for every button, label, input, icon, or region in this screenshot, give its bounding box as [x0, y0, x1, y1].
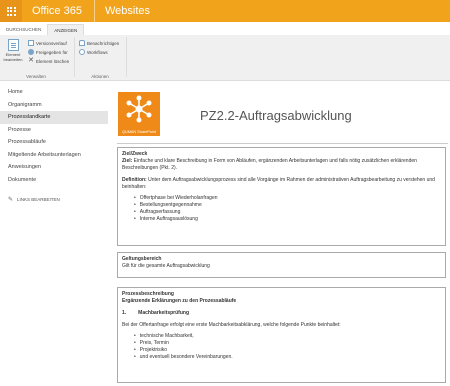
alert-me-label: Benachrichtigen — [87, 40, 120, 46]
edit-item-button[interactable]: Element bearbeiten — [2, 39, 24, 62]
quman-logo: QUMAN SharePoint — [118, 92, 160, 136]
suite-bar: Office 365 Websites — [0, 0, 450, 22]
shared-with-label: Freigegeben für — [36, 49, 68, 55]
ribbon-group-divider — [74, 37, 75, 77]
section-heading: Geltungsbereich — [122, 256, 162, 262]
version-history-label: Versionsverlauf — [36, 40, 67, 46]
suite-site-link[interactable]: Websites — [95, 5, 150, 17]
nav-item-arbeitsunterlagen[interactable]: Mitgeltende Arbeitsunterlagen — [0, 149, 108, 162]
step-title: Machbarkeitsprüfung — [138, 310, 190, 316]
section-prozessbeschreibung: Prozessbeschreibung Ergänzende Erklärung… — [117, 287, 446, 383]
tab-durchsuchen[interactable]: DURCHSUCHEN — [0, 24, 47, 35]
nav-item-prozesslandkarte[interactable]: Prozesslandkarte — [0, 111, 108, 124]
delete-item-button[interactable]: ✕ Element löschen — [28, 57, 70, 64]
ribbon-group-divider — [126, 37, 127, 77]
section-geltungsbereich: Geltungsbereich Gilt für die gesamte Auf… — [117, 252, 446, 278]
bell-icon — [79, 40, 85, 46]
workflows-button[interactable]: Workflows — [79, 49, 108, 55]
ziel-bullet-list: Offertphase bei Wiederholanfragen Bestel… — [134, 195, 441, 223]
list-item: technische Machbarkeit, — [134, 333, 441, 340]
title-divider — [117, 143, 448, 144]
nav-item-dokumente[interactable]: Dokumente — [0, 174, 108, 187]
version-history-button[interactable]: Versionsverlauf — [28, 40, 67, 46]
edit-links-button[interactable]: ✎ LINKS BEARBEITEN — [0, 196, 108, 203]
geltung-text: Gilt für die gesamte Auftragsabwicklung — [122, 263, 210, 269]
office365-brand[interactable]: Office 365 — [22, 5, 94, 17]
tab-anzeigen[interactable]: ANZEIGEN — [47, 24, 85, 35]
group-label-verwalten: Verwalten — [26, 74, 46, 79]
workflow-icon — [79, 49, 85, 55]
step-number: 1. — [122, 310, 127, 316]
ribbon-group-aktionen: Benachrichtigen Workflows Aktionen — [76, 37, 124, 79]
list-item: und eventuell besondere Vereinbarungen. — [134, 354, 441, 361]
definition-paragraph: Definition: Unter dem Auftragsabwicklung… — [122, 177, 441, 191]
app-launcher-icon[interactable] — [0, 0, 22, 22]
nav-item-organigramm[interactable]: Organigramm — [0, 99, 108, 112]
workflows-label: Workflows — [87, 49, 108, 55]
section-subheading: Ergänzende Erklärungen zu den Prozessabl… — [122, 298, 237, 304]
ziel-label: Ziel: — [122, 158, 133, 164]
logo-caption: QUMAN SharePoint — [122, 130, 156, 134]
quick-launch-nav: Home Organigramm Prozesslandkarte Prozes… — [0, 86, 108, 203]
nav-item-prozesse[interactable]: Prozesse — [0, 124, 108, 137]
list-item: Preis, Termin — [134, 340, 441, 347]
section-heading: Prozessbeschreibung — [122, 291, 174, 297]
network-logo-icon — [126, 95, 152, 123]
alert-me-button[interactable]: Benachrichtigen — [79, 40, 119, 46]
list-item: Auftragserfassung — [134, 209, 441, 216]
edit-item-label: Element bearbeiten — [3, 52, 23, 62]
pencil-icon: ✎ — [8, 197, 14, 203]
step-bullet-list: technische Machbarkeit, Preis, Termin Pr… — [134, 333, 441, 361]
section-heading: Ziel/Zweck — [122, 151, 148, 157]
section-ziel-zweck: Ziel/Zweck Ziel: Einfache und klare Besc… — [117, 147, 446, 246]
nav-item-prozessablaeufe[interactable]: Prozessabläufe — [0, 136, 108, 149]
nav-item-home[interactable]: Home — [0, 86, 108, 99]
ziel-paragraph: Ziel: Einfache und klare Beschreibung in… — [122, 158, 441, 172]
group-label-aktionen: Aktionen — [91, 74, 109, 79]
ribbon-group-verwalten: Element bearbeiten Versionsverlauf Freig… — [0, 37, 72, 79]
definition-label: Definition: — [122, 177, 147, 183]
delete-item-label: Element löschen — [36, 58, 70, 64]
delete-x-icon: ✕ — [28, 57, 34, 64]
shared-with-button[interactable]: Freigegeben für — [28, 49, 68, 55]
people-icon — [28, 49, 34, 55]
edit-item-icon — [7, 39, 19, 51]
ribbon: Element bearbeiten Versionsverlauf Freig… — [0, 35, 450, 81]
edit-links-label: LINKS BEARBEITEN — [17, 197, 60, 202]
history-icon — [28, 40, 34, 46]
step-heading: 1. Machbarkeitsprüfung — [122, 310, 441, 317]
step-intro: Bei der Offertanfrage erfolgt eine erste… — [122, 322, 341, 328]
list-item: Bestellungsentgegennahme — [134, 202, 441, 209]
definition-text: Unter dem Auftragsabwicklungsprozess sin… — [122, 177, 435, 190]
list-item: Offertphase bei Wiederholanfragen — [134, 195, 441, 202]
nav-item-anweisungen[interactable]: Anweisungen — [0, 161, 108, 174]
ribbon-tabs: DURCHSUCHEN ANZEIGEN — [0, 24, 85, 35]
list-item: Interne Auftragsauslösung — [134, 216, 441, 223]
page-title: PZ2.2-Auftragsabwicklung — [200, 108, 352, 123]
ziel-text: Einfache und klare Beschreibung in Form … — [122, 158, 417, 171]
list-item: Projektrisiko — [134, 347, 441, 354]
